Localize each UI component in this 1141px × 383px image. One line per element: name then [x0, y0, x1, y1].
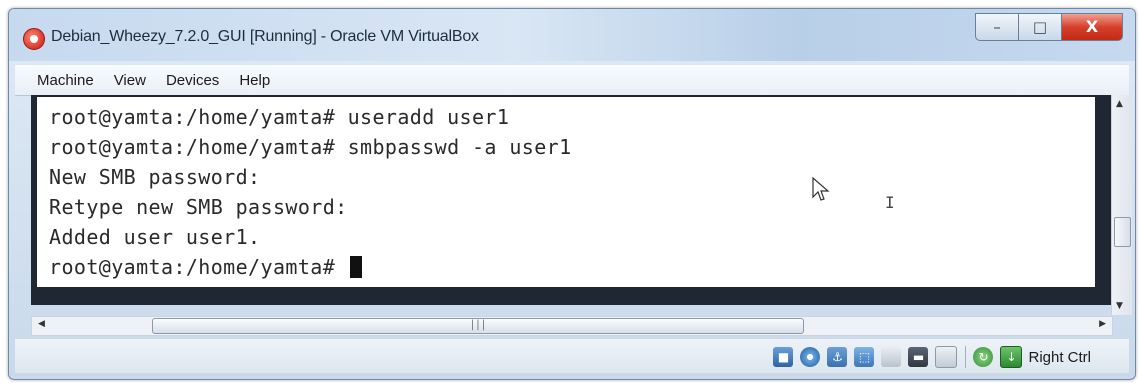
status-bar: ■ ⚓ ⬚ ▬ ↻ ↓ Right Ctrl: [15, 339, 1129, 373]
terminal-line: Added user user1.: [49, 225, 261, 249]
scroll-down-icon[interactable]: ▼: [1116, 301, 1123, 311]
scroll-up-icon[interactable]: ▲: [1116, 99, 1123, 109]
shared-folders-icon[interactable]: [881, 347, 902, 367]
terminal-prompt: root@yamta:/home/yamta#: [49, 255, 348, 279]
close-icon: X: [1085, 17, 1099, 36]
minimize-icon: –: [993, 17, 1001, 36]
menu-machine[interactable]: Machine: [37, 72, 94, 89]
terminal-line: root@yamta:/home/yamta# smbpasswd -a use…: [49, 135, 572, 159]
maximize-icon: □: [1032, 17, 1048, 36]
recording-icon[interactable]: [935, 346, 958, 368]
terminal-prompt-line: root@yamta:/home/yamta#: [49, 255, 362, 279]
scroll-right-icon[interactable]: ▶: [1099, 319, 1106, 329]
virtualbox-window: Debian_Wheezy_7.2.0_GUI [Running] - Orac…: [8, 8, 1136, 380]
hard-disk-icon[interactable]: ■: [773, 347, 794, 367]
vm-screen[interactable]: root@yamta:/home/yamta# useradd user1 ro…: [31, 95, 1111, 305]
menu-help[interactable]: Help: [239, 72, 270, 89]
window-controls: – □ X: [975, 13, 1123, 41]
virtualbox-app-icon: [23, 28, 45, 50]
close-button[interactable]: X: [1062, 13, 1123, 41]
window-title: Debian_Wheezy_7.2.0_GUI [Running] - Orac…: [51, 28, 479, 45]
horizontal-scrollbar[interactable]: ◀ │││ ▶: [31, 316, 1113, 336]
horizontal-scroll-thumb[interactable]: │││: [152, 318, 804, 334]
menu-devices[interactable]: Devices: [166, 72, 219, 89]
status-separator: [965, 346, 967, 368]
text-select-cursor-icon: I: [885, 193, 895, 212]
terminal-line: Retype new SMB password:: [49, 195, 348, 219]
terminal-line: New SMB password:: [49, 165, 261, 189]
scroll-left-icon[interactable]: ◀: [38, 319, 45, 329]
mouse-pointer-icon: [812, 177, 830, 201]
optical-drive-icon[interactable]: [800, 347, 821, 367]
display-icon[interactable]: ▬: [908, 347, 929, 367]
host-key-label: Right Ctrl: [1028, 348, 1091, 366]
text-cursor: [349, 256, 362, 278]
terminal-line: root@yamta:/home/yamta# useradd user1: [49, 105, 510, 129]
maximize-button[interactable]: □: [1019, 13, 1062, 41]
device-status-icons: ■ ⚓ ⬚ ▬ ↻ ↓ Right Ctrl: [766, 346, 1091, 368]
title-bar[interactable]: Debian_Wheezy_7.2.0_GUI [Running] - Orac…: [9, 9, 1135, 61]
usb-icon[interactable]: ⚓: [827, 347, 848, 367]
host-key-icon[interactable]: ↓: [1000, 346, 1023, 368]
vertical-scrollbar[interactable]: ▲ ▼: [1111, 95, 1132, 315]
terminal-console[interactable]: root@yamta:/home/yamta# useradd user1 ro…: [37, 97, 1095, 287]
network-icon[interactable]: ⬚: [854, 347, 875, 367]
vertical-scroll-thumb[interactable]: [1114, 217, 1131, 247]
minimize-button[interactable]: –: [975, 13, 1019, 41]
mouse-integration-icon[interactable]: ↻: [973, 347, 994, 367]
menu-view[interactable]: View: [114, 72, 146, 89]
menu-bar: Machine View Devices Help: [15, 65, 1129, 96]
